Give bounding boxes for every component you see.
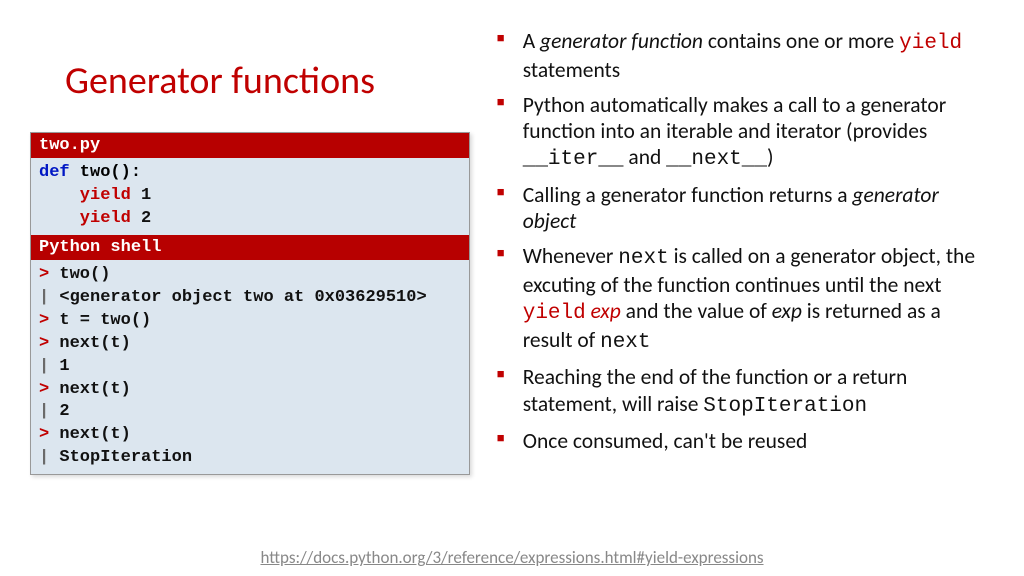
bullet-item: A generator function contains one or mor… (497, 28, 994, 83)
code-body-source: def two(): yield 1 yield 2 (31, 158, 469, 235)
right-column: A generator function contains one or mor… (493, 20, 994, 566)
bullet-item: Once consumed, can't be reused (497, 428, 994, 454)
text: and the value of (621, 298, 772, 324)
keyword-def: def (39, 163, 70, 182)
shell-text: 1 (49, 357, 69, 376)
shell-text: t = two() (49, 311, 151, 330)
text: Calling a generator function returns a (523, 182, 853, 208)
code-inline: __next__ (666, 148, 767, 171)
code-inline: __iter__ (523, 148, 624, 171)
prompt-in-icon: > (39, 380, 49, 399)
keyword-yield: yield (523, 302, 586, 325)
text: A (523, 28, 540, 54)
prompt-in-icon: > (39, 311, 49, 330)
bullet-item: Python automatically makes a call to a g… (497, 92, 994, 173)
code-text: 2 (131, 209, 151, 228)
shell-text: next(t) (49, 334, 131, 353)
text: statements (523, 57, 620, 83)
bullet-item: Whenever next is called on a generator o… (497, 243, 994, 355)
bullet-list: A generator function contains one or mor… (493, 28, 994, 454)
shell-text: StopIteration (49, 448, 192, 467)
prompt-in-icon: > (39, 334, 49, 353)
text: Python automatically makes a call to a g… (523, 92, 947, 144)
code-text: two(): (70, 163, 141, 182)
slide-title: Generator functions (65, 58, 473, 104)
shell-text: next(t) (49, 425, 131, 444)
footer-link-text[interactable]: https://docs.python.org/3/reference/expr… (260, 547, 763, 568)
prompt-out-icon: | (39, 448, 49, 467)
term-italic: exp (591, 298, 621, 324)
keyword-yield: yield (39, 209, 131, 228)
term-italic: generator function (540, 28, 703, 54)
code-inline: StopIteration (703, 395, 867, 418)
footer-link[interactable]: https://docs.python.org/3/reference/expr… (0, 547, 1024, 568)
text: ) (767, 144, 774, 170)
code-body-shell: > two() | <generator object two at 0x036… (31, 260, 469, 474)
prompt-out-icon: | (39, 357, 49, 376)
shell-text: <generator object two at 0x03629510> (49, 288, 426, 307)
shell-text: 2 (49, 402, 69, 421)
keyword-yield: yield (39, 186, 131, 205)
text: contains one or more (703, 28, 899, 54)
term-italic: exp (772, 298, 802, 324)
code-inline: next (600, 331, 650, 354)
slide: Generator functions two.py def two(): yi… (0, 0, 1024, 576)
code-header-shell: Python shell (31, 235, 469, 260)
shell-text: next(t) (49, 380, 131, 399)
prompt-in-icon: > (39, 425, 49, 444)
code-box-source: two.py def two(): yield 1 yield 2 Python… (30, 132, 470, 475)
code-header-filename: two.py (31, 133, 469, 158)
shell-text: two() (49, 265, 110, 284)
bullet-item: Reaching the end of the function or a re… (497, 364, 994, 419)
bullet-item: Calling a generator function returns a g… (497, 182, 994, 234)
prompt-in-icon: > (39, 265, 49, 284)
keyword-yield: yield (899, 32, 962, 55)
code-text: 1 (131, 186, 151, 205)
text: Whenever (523, 243, 619, 269)
text: and (624, 144, 667, 170)
code-inline: next (618, 247, 668, 270)
prompt-out-icon: | (39, 402, 49, 421)
prompt-out-icon: | (39, 288, 49, 307)
left-column: Generator functions two.py def two(): yi… (30, 20, 493, 566)
